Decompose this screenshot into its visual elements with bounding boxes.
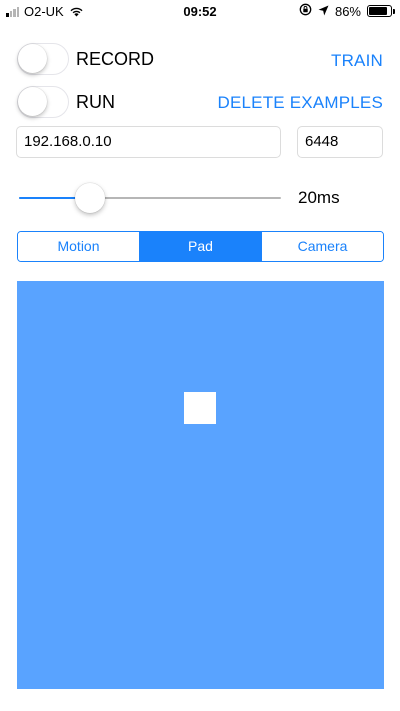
battery-icon (367, 5, 395, 17)
battery-percent: 86% (334, 3, 361, 19)
mode-segmented-control: Motion Pad Camera (17, 231, 384, 262)
record-toggle-knob (18, 44, 47, 73)
status-bar: O2-UK 09:52 86% (0, 0, 400, 24)
interval-value: 20ms (298, 188, 340, 207)
train-button[interactable]: TRAIN (331, 51, 383, 71)
location-icon (318, 4, 329, 19)
run-label: RUN (76, 92, 115, 112)
run-toggle-knob (18, 87, 47, 116)
status-right: 86% (299, 3, 395, 19)
record-label: RECORD (76, 49, 155, 69)
segment-pad[interactable]: Pad (139, 232, 261, 261)
orientation-lock-icon (299, 3, 312, 19)
port-field[interactable]: 6448 (297, 126, 383, 158)
touch-pad[interactable] (17, 281, 384, 689)
segment-camera[interactable]: Camera (261, 232, 383, 261)
pad-marker[interactable] (184, 392, 216, 424)
host-field[interactable]: 192.168.0.10 (16, 126, 281, 158)
battery-level (369, 7, 388, 15)
slider-thumb[interactable] (74, 183, 105, 213)
segment-motion[interactable]: Motion (18, 232, 139, 261)
record-toggle[interactable] (17, 43, 69, 75)
delete-examples-button[interactable]: DELETE EXAMPLES (217, 93, 383, 113)
interval-slider[interactable] (19, 183, 281, 213)
run-toggle[interactable] (17, 86, 69, 118)
